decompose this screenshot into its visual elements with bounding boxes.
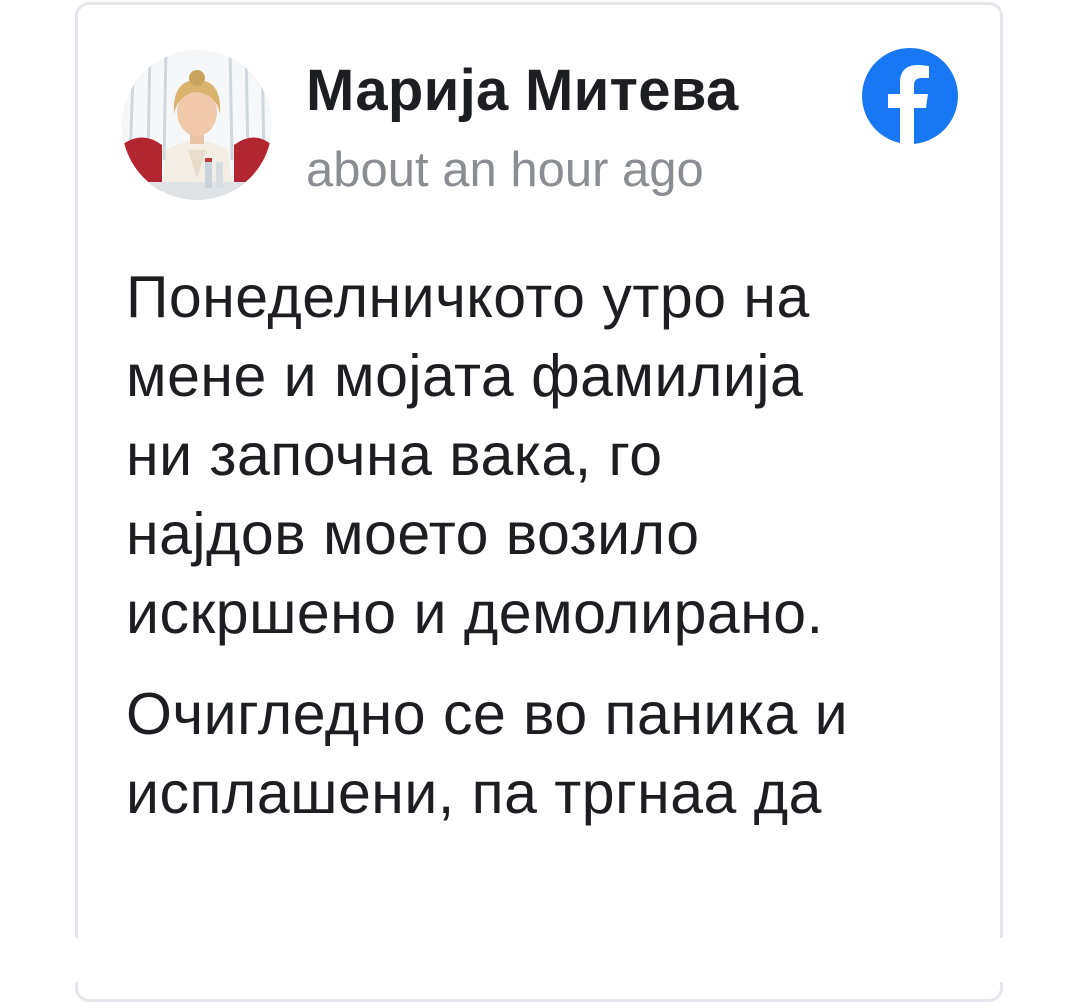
facebook-icon[interactable] (862, 48, 958, 144)
avatar-photo (122, 50, 272, 200)
post-line: искршено и демолирано. (126, 580, 824, 646)
post-line: мене и мојата фамилија (126, 343, 804, 409)
post-paragraph: Понеделничкото утро на мене и мојата фам… (126, 258, 986, 653)
post-line: исплашени, па тргнаа да (126, 760, 822, 826)
post-line: ни започна вака, го (126, 422, 663, 488)
post-line: Очигледно се во паника и (126, 681, 849, 747)
author-name[interactable]: Марија Митева (306, 56, 739, 126)
post-body: Понеделничкото утро на мене и мојата фам… (126, 258, 986, 833)
post-line: најдов моето возило (126, 501, 700, 567)
post-timestamp[interactable]: about an hour ago (306, 140, 704, 200)
screenshot-crop-edge (0, 938, 1080, 982)
post-line: Понеделничкото утро на (126, 264, 810, 330)
post-paragraph: Очигледно се во паника и исплашени, па т… (126, 675, 986, 833)
avatar[interactable] (122, 50, 272, 200)
